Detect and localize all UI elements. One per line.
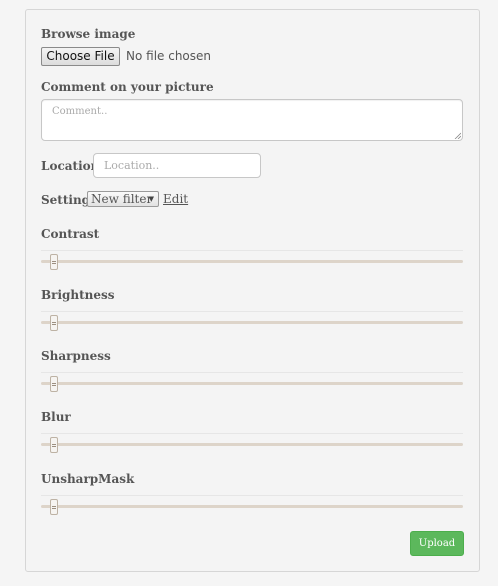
caret-down-icon: ▼ <box>148 195 154 203</box>
brightness-slider-track[interactable] <box>41 321 463 324</box>
choose-file-button[interactable]: Choose File <box>41 47 120 66</box>
divider <box>41 433 463 434</box>
edit-filter-link[interactable]: Edit <box>163 192 188 206</box>
contrast-slider-handle[interactable] <box>49 254 58 270</box>
upload-form-panel: Browse image Choose File No file chosen … <box>25 9 480 572</box>
upload-button[interactable]: Upload <box>410 531 464 556</box>
sharpness-slider-handle[interactable] <box>49 376 58 392</box>
location-input[interactable] <box>93 153 261 178</box>
divider <box>41 372 463 373</box>
blur-slider-track[interactable] <box>41 443 463 446</box>
sharpness-slider-track[interactable] <box>41 382 463 385</box>
brightness-slider-group: Brightness <box>41 288 463 348</box>
comment-label: Comment on your picture <box>41 80 214 94</box>
filter-select[interactable]: New filter ▼ <box>87 191 159 207</box>
filter-select-value: New filter <box>91 192 153 206</box>
contrast-slider-group: Contrast <box>41 227 463 287</box>
divider <box>41 311 463 312</box>
divider <box>41 250 463 251</box>
divider <box>41 495 463 496</box>
contrast-slider-track[interactable] <box>41 260 463 263</box>
slider-label: UnsharpMask <box>41 472 135 486</box>
browse-image-label: Browse image <box>41 27 136 41</box>
slider-label: Blur <box>41 410 71 424</box>
slider-label: Contrast <box>41 227 100 241</box>
unsharpmask-slider-handle[interactable] <box>49 499 58 515</box>
slider-label: Brightness <box>41 288 115 302</box>
location-label: Location <box>41 159 100 173</box>
unsharpmask-slider-track[interactable] <box>41 505 463 508</box>
slider-label: Sharpness <box>41 349 111 363</box>
blur-slider-handle[interactable] <box>49 437 58 453</box>
blur-slider-group: Blur <box>41 410 463 470</box>
file-status-text: No file chosen <box>126 49 212 63</box>
comment-textarea[interactable] <box>41 99 463 141</box>
sharpness-slider-group: Sharpness <box>41 349 463 409</box>
brightness-slider-handle[interactable] <box>49 315 58 331</box>
unsharpmask-slider-group: UnsharpMask <box>41 472 463 532</box>
